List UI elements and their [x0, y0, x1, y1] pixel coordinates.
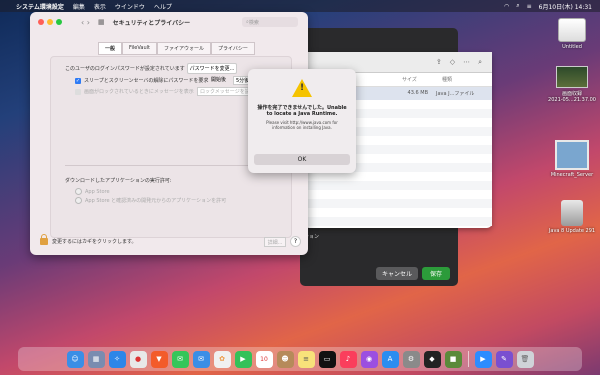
music-icon[interactable]: ♪	[339, 350, 357, 368]
disk-image-icon	[561, 200, 583, 226]
menu-app-name[interactable]: システム環境設定	[16, 2, 64, 11]
minecraft-icon[interactable]: ■	[444, 350, 462, 368]
save-button[interactable]: 保存	[422, 267, 450, 280]
back-forward-icon[interactable]: ‹ ›	[81, 18, 90, 27]
checkbox-unchecked-icon	[75, 88, 81, 95]
menu-clock[interactable]: 6月10日(木) 14:31	[539, 2, 592, 11]
folder-icon	[555, 140, 589, 170]
share-icon[interactable]: ⇪	[436, 58, 442, 66]
desktop-item-java-update[interactable]: Java 8 Update 291	[544, 200, 600, 234]
calendar-icon[interactable]: 10	[255, 350, 273, 368]
menu-edit[interactable]: 編集	[73, 2, 85, 11]
sleep-after-label: 開始後	[211, 77, 227, 83]
advanced-button[interactable]: 詳細...	[264, 237, 286, 247]
password-status-text: このユーザのログインパスワードが設定されています	[65, 66, 185, 72]
facetime-icon[interactable]: ▶	[234, 350, 252, 368]
tv-icon[interactable]: ▭	[318, 350, 336, 368]
desktop-item-screen-recording[interactable]: 画面収録 2021-05...21.37.00	[544, 66, 600, 103]
radio-icon	[75, 197, 82, 204]
search-placeholder: 検索	[248, 19, 259, 26]
lock-footer-text: 変更するにはカギをクリックします。	[52, 239, 137, 245]
row-size: 43.6 MB	[407, 90, 428, 96]
row-kind: Java J...ファイル	[436, 91, 475, 97]
desktop-item-label: Java 8 Update 291	[548, 228, 596, 234]
desktop-item-label: 画面収録 2021-05...21.37.00	[548, 91, 596, 103]
video-thumbnail-icon	[556, 66, 588, 88]
messages-icon[interactable]: ✉	[171, 350, 189, 368]
require-password-label: スリープとスクリーンセーバの解除にパスワードを要求	[84, 78, 209, 84]
help-button[interactable]: ?	[290, 236, 301, 247]
search-icon[interactable]: ⌕	[516, 2, 519, 10]
lock-icon[interactable]	[40, 234, 48, 245]
alert-title: 操作を完了できませんでした。Unable to locate a Java Ru…	[257, 105, 347, 117]
radio-icon	[75, 188, 82, 195]
desktop-item-label: Minecraft_Server	[550, 172, 594, 178]
warning-icon: !	[292, 79, 312, 97]
launchpad-icon[interactable]: ▦	[87, 350, 105, 368]
menu-extras: ◠ ⌕ ≡ 6月10日(木) 14:31	[504, 2, 600, 11]
tab-bar: 一般 FileVault ファイアウォール プライバシー	[98, 42, 255, 55]
radio-app-store-label: App Store	[85, 188, 110, 195]
menu-window[interactable]: ウインドウ	[115, 2, 145, 11]
lock-message-label: 画面がロックされているときにメッセージを表示	[84, 89, 194, 95]
tab-privacy[interactable]: プライバシー	[211, 42, 255, 55]
close-window-icon[interactable]	[38, 19, 44, 25]
more-icon[interactable]: ⋯	[463, 58, 470, 66]
alert-message: Please visit http://www.java.com for inf…	[266, 120, 338, 130]
desktop-item-untitled[interactable]: Untitled	[544, 18, 600, 50]
zoom-icon[interactable]: ▶	[474, 350, 492, 368]
lock-message-checkbox[interactable]: 画面がロックされているときにメッセージを表示	[75, 88, 194, 95]
contacts-icon[interactable]: ☻	[276, 350, 294, 368]
system-preferences-icon[interactable]: ⚙	[402, 350, 420, 368]
cancel-button[interactable]: キャンセル	[376, 267, 418, 280]
radio-identified-label: App Store と確認済みの開発元からのアプリケーションを許可	[85, 198, 227, 204]
trash-icon[interactable]: 🗑	[516, 350, 534, 368]
menu-view[interactable]: 表示	[94, 2, 106, 11]
tag-icon[interactable]: ◇	[450, 58, 455, 66]
tab-firewall[interactable]: ファイアウォール	[157, 42, 212, 55]
change-password-button[interactable]: パスワードを変更...	[187, 63, 237, 74]
desktop-item-minecraft-server[interactable]: Minecraft_Server	[544, 140, 600, 178]
radio-app-store[interactable]: App Store	[75, 188, 110, 195]
brave-icon[interactable]: ▼	[150, 350, 168, 368]
utility-icon[interactable]: ✎	[495, 350, 513, 368]
column-kind[interactable]: 種類	[442, 76, 452, 83]
title-bar: ‹ › ▦ セキュリティとプライバシー ⌕ 検索	[30, 12, 308, 32]
finder-icon[interactable]: ☺	[66, 350, 84, 368]
disk-icon	[558, 18, 586, 42]
minimize-window-icon[interactable]	[47, 19, 53, 25]
checkbox-checked-icon: ✓	[75, 77, 81, 84]
search-icon[interactable]: ⌕	[478, 58, 482, 67]
menu-bar: システム環境設定 編集 表示 ウインドウ ヘルプ ◠ ⌕ ≡ 6月10日(木) …	[0, 0, 600, 12]
show-all-grid-icon[interactable]: ▦	[98, 18, 105, 26]
require-password-checkbox[interactable]: ✓ スリープとスクリーンセーバの解除にパスワードを要求	[75, 77, 208, 84]
tab-filevault[interactable]: FileVault	[122, 42, 157, 55]
divider	[65, 165, 277, 166]
app-store-icon[interactable]: A	[381, 350, 399, 368]
photos-icon[interactable]: ✿	[213, 350, 231, 368]
wifi-icon[interactable]: ◠	[504, 3, 509, 10]
menu-help[interactable]: ヘルプ	[154, 2, 172, 11]
desktop-item-label: Untitled	[562, 44, 582, 50]
ok-button[interactable]: OK	[254, 154, 350, 165]
java-runtime-alert: ! 操作を完了できませんでした。Unable to locate a Java …	[248, 69, 356, 173]
window-title: セキュリティとプライバシー	[112, 19, 191, 27]
mail-icon[interactable]: ✉	[192, 350, 210, 368]
dock-separator	[467, 351, 469, 367]
search-field[interactable]: ⌕ 検索	[242, 17, 298, 27]
notes-icon[interactable]: ≡	[297, 350, 315, 368]
column-size[interactable]: サイズ	[402, 76, 442, 83]
tab-general[interactable]: 一般	[98, 42, 123, 55]
unity-icon[interactable]: ◆	[423, 350, 441, 368]
calendar-day: 10	[260, 355, 268, 363]
chrome-icon[interactable]: ●	[129, 350, 147, 368]
control-center-icon[interactable]: ≡	[527, 3, 532, 10]
zoom-window-icon[interactable]	[56, 19, 62, 25]
radio-identified-developers[interactable]: App Store と確認済みの開発元からのアプリケーションを許可	[75, 197, 226, 204]
download-permission-label: ダウンロードしたアプリケーションの実行許可:	[65, 178, 172, 184]
podcasts-icon[interactable]: ◉	[360, 350, 378, 368]
safari-icon[interactable]: ✧	[108, 350, 126, 368]
dock: ☺ ▦ ✧ ● ▼ ✉ ✉ ✿ ▶ 10 ☻ ≡ ▭ ♪ ◉ A ⚙ ◆ ■ ▶…	[18, 347, 582, 371]
lock-footer[interactable]: 変更するにはカギをクリックします。	[40, 234, 137, 245]
